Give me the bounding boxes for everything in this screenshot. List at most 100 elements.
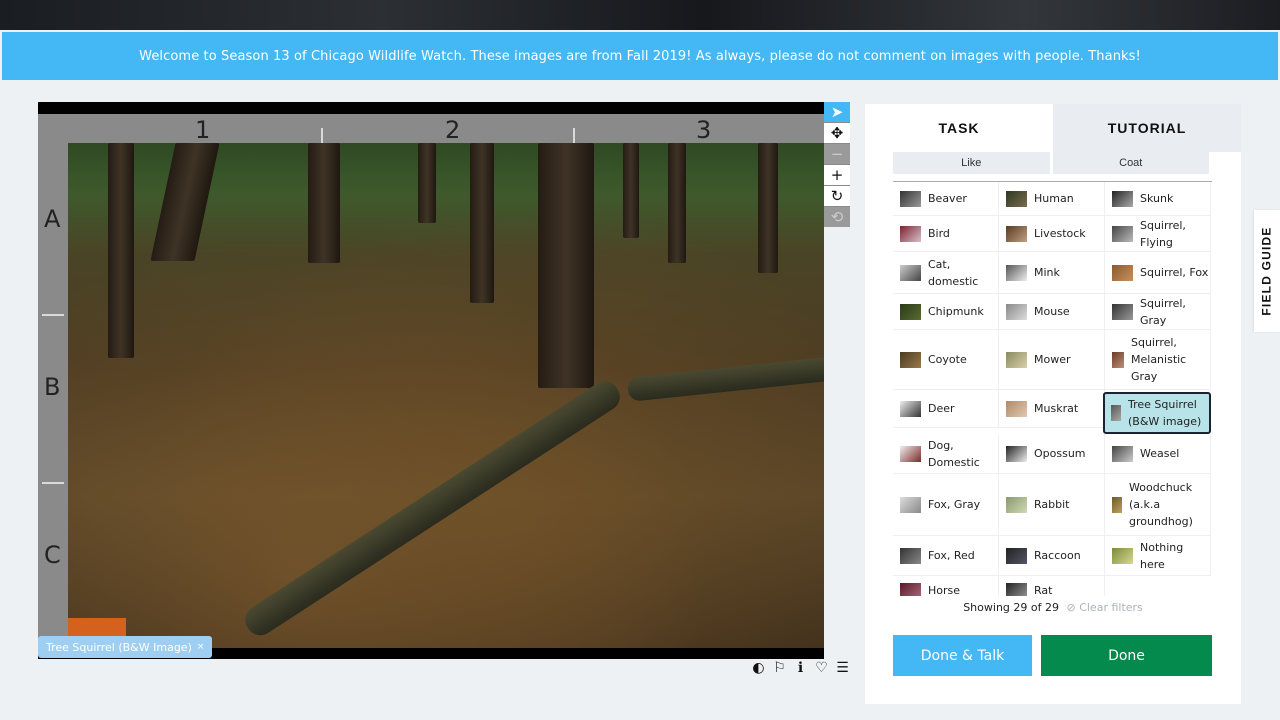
filter-like-button[interactable]: Like: [893, 152, 1050, 174]
species-thumbnail: [900, 303, 921, 320]
choice-item[interactable]: Mink: [999, 252, 1105, 294]
choice-label: Squirrel, Flying: [1140, 218, 1186, 249]
tree-trunk: [623, 143, 639, 238]
info-icon[interactable]: ℹ: [792, 660, 809, 676]
choice-label: Weasel: [1140, 447, 1180, 460]
choice-item[interactable]: Opossum: [999, 434, 1105, 474]
choice-label: Mouse: [1034, 305, 1070, 318]
tree-trunk: [538, 143, 594, 388]
choice-item[interactable]: Squirrel, Fox: [1105, 252, 1211, 294]
species-thumbnail: [900, 496, 921, 513]
choice-item[interactable]: Horse: [893, 576, 999, 596]
choice-item[interactable]: Chipmunk: [893, 294, 999, 330]
species-thumbnail: [1112, 547, 1133, 564]
choice-item[interactable]: Raccoon: [999, 536, 1105, 576]
species-thumbnail: [900, 225, 921, 242]
choice-label: Nothing here: [1140, 540, 1184, 571]
choice-item[interactable]: Weasel: [1105, 434, 1211, 474]
species-thumbnail: [1112, 496, 1122, 513]
collection-icon[interactable]: ☰: [834, 660, 851, 676]
pointer-tool-icon[interactable]: ➤: [824, 102, 850, 122]
choice-item[interactable]: Fox, Gray: [893, 474, 999, 536]
choice-item[interactable]: Mouse: [999, 294, 1105, 330]
species-thumbnail: [1006, 225, 1027, 242]
choice-item[interactable]: Woodchuck (a.k.a groundhog): [1105, 474, 1211, 536]
choice-item[interactable]: Dog, Domestic: [893, 434, 999, 474]
invert-icon[interactable]: ◐: [750, 660, 767, 676]
tree-trunk: [668, 143, 686, 263]
choice-label: Human: [1034, 192, 1074, 205]
choice-label: Rabbit: [1034, 498, 1070, 511]
row-label: C: [44, 541, 61, 569]
species-thumbnail: [900, 547, 921, 564]
species-thumbnail: [1006, 496, 1027, 513]
ruler-tick: [42, 314, 64, 316]
species-thumbnail: [1112, 190, 1133, 207]
choice-label: Dog, Domestic: [928, 438, 980, 469]
choice-label: Cat, domestic: [928, 257, 979, 288]
zoom-in-icon[interactable]: +: [824, 165, 850, 185]
choice-item[interactable]: Beaver: [893, 182, 999, 216]
choice-item[interactable]: Deer: [893, 390, 999, 428]
choice-item[interactable]: Squirrel, Melanistic Gray: [1105, 330, 1211, 390]
choice-item[interactable]: Muskrat: [999, 390, 1105, 428]
choice-item[interactable]: Human: [999, 182, 1105, 216]
choice-label: Livestock: [1034, 227, 1086, 240]
choice-label: Skunk: [1140, 192, 1174, 205]
choice-item[interactable]: Nothing here: [1105, 536, 1211, 576]
choice-item[interactable]: Mower: [999, 330, 1105, 390]
move-tool-icon[interactable]: ✥: [824, 123, 850, 143]
tab-tutorial[interactable]: TUTORIAL: [1053, 104, 1241, 152]
column-label: 1: [195, 116, 211, 144]
selected-annotation-chip[interactable]: Tree Squirrel (B&W Image) ×: [38, 636, 213, 658]
chip-close-icon[interactable]: ×: [197, 642, 205, 652]
flag-icon[interactable]: ⚐: [771, 660, 788, 676]
clear-filters-link[interactable]: ⊘ Clear filters: [1066, 601, 1142, 614]
choice-item[interactable]: Livestock: [999, 216, 1105, 252]
choice-item-selected[interactable]: Tree Squirrel (B&W image): [1103, 392, 1211, 434]
choice-item[interactable]: Bird: [893, 216, 999, 252]
image-actions: ◐ ⚐ ℹ ♡ ☰: [750, 660, 851, 676]
species-thumbnail: [1112, 303, 1133, 320]
tab-task[interactable]: TASK: [865, 104, 1053, 152]
species-grid: Beaver Human Skunk Bird Livestock Squirr…: [893, 182, 1213, 596]
done-button[interactable]: Done: [1041, 635, 1212, 676]
choice-label: Rat: [1034, 584, 1053, 596]
species-thumbnail: [900, 351, 921, 368]
choice-item[interactable]: Fox, Red: [893, 536, 999, 576]
showing-text: Showing 29 of 29: [963, 601, 1059, 614]
choice-label: Bird: [928, 227, 950, 240]
species-thumbnail: [1112, 264, 1133, 281]
choice-item[interactable]: Coyote: [893, 330, 999, 390]
task-panel: TASK TUTORIAL Like Coat Beaver Human Sku…: [865, 104, 1241, 704]
subject-viewer[interactable]: 1 2 3 A B C: [38, 102, 824, 659]
species-thumbnail: [900, 190, 921, 207]
subject-image[interactable]: [68, 143, 824, 648]
species-thumbnail: [1006, 351, 1027, 368]
species-thumbnail: [1006, 582, 1027, 596]
choice-label: Beaver: [928, 192, 967, 205]
done-and-talk-button[interactable]: Done & Talk: [893, 635, 1032, 676]
choice-item[interactable]: Squirrel, Gray: [1105, 294, 1211, 330]
heart-icon[interactable]: ♡: [813, 660, 830, 676]
filter-bar: Like Coat: [893, 152, 1212, 174]
choice-item[interactable]: Skunk: [1105, 182, 1211, 216]
choice-item[interactable]: Squirrel, Flying: [1105, 216, 1211, 252]
zoom-out-icon[interactable]: −: [824, 144, 850, 164]
reset-icon[interactable]: ⟲: [824, 207, 850, 227]
rotate-icon[interactable]: ↻: [824, 186, 850, 206]
species-thumbnail: [900, 445, 921, 462]
choice-item[interactable]: Rabbit: [999, 474, 1105, 536]
species-thumbnail: [1006, 264, 1027, 281]
results-count: Showing 29 of 29 ⊘ Clear filters: [865, 601, 1241, 614]
field-guide-tab[interactable]: FIELD GUIDE: [1254, 210, 1280, 332]
choice-item[interactable]: Rat: [999, 576, 1105, 596]
choice-label: Opossum: [1034, 447, 1086, 460]
choice-label: Mink: [1034, 266, 1060, 279]
choice-label: Squirrel, Melanistic Gray: [1131, 336, 1187, 383]
filter-coat-button[interactable]: Coat: [1052, 152, 1209, 174]
species-thumbnail: [1006, 547, 1027, 564]
tree-trunk: [470, 143, 494, 303]
species-thumbnail: [900, 400, 921, 417]
choice-item[interactable]: Cat, domestic: [893, 252, 999, 294]
